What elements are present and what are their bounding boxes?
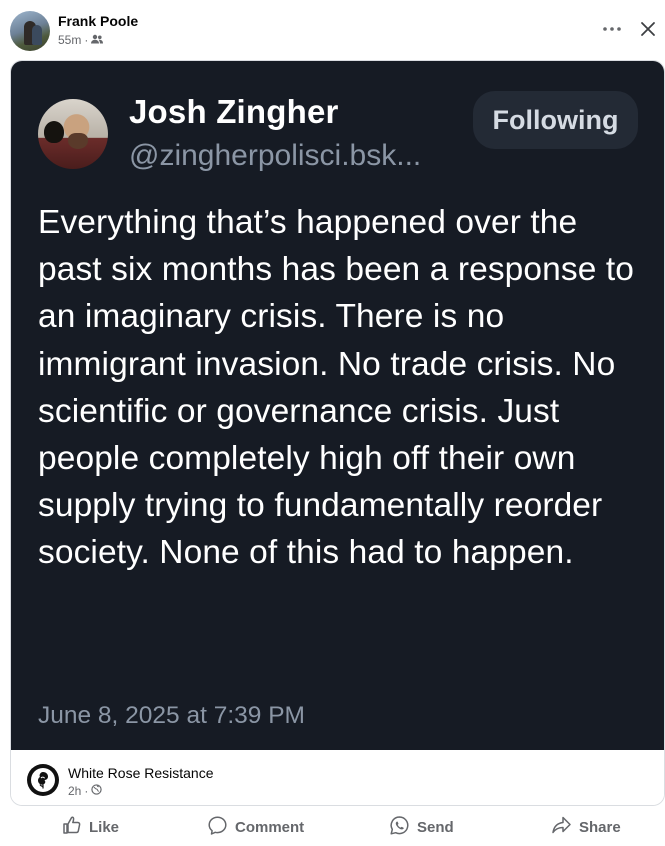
meta-separator: · <box>84 33 89 47</box>
share-button[interactable]: Share <box>551 808 621 846</box>
following-button: Following <box>473 91 638 149</box>
quoted-post-image: Josh Zingher @zingherpolisci.bsk... Foll… <box>11 61 664 750</box>
author-avatar[interactable] <box>10 11 50 51</box>
post-meta: 55m · <box>58 33 104 47</box>
quoted-date: June 8, 2025 at 7:39 PM <box>38 702 305 729</box>
like-button[interactable]: Like <box>62 808 119 846</box>
source-separator: · <box>84 784 89 798</box>
shared-post-card[interactable]: Josh Zingher @zingherpolisci.bsk... Foll… <box>10 60 665 806</box>
source-meta: 2h · <box>68 784 103 798</box>
send-label: Send <box>417 818 454 836</box>
close-icon[interactable] <box>636 17 660 41</box>
quoted-name: Josh Zingher <box>129 93 339 130</box>
share-icon <box>551 815 572 839</box>
quoted-avatar <box>38 99 108 169</box>
send-button[interactable]: Send <box>389 808 454 846</box>
comment-label: Comment <box>235 818 305 836</box>
globe-icon <box>91 784 103 798</box>
more-options-icon[interactable] <box>601 18 623 40</box>
whatsapp-icon <box>389 815 410 840</box>
like-icon <box>62 815 82 839</box>
shared-source[interactable]: White Rose Resistance 2h · <box>11 750 664 805</box>
like-label: Like <box>89 818 120 836</box>
quoted-handle: @zingherpolisci.bsk... <box>129 139 422 172</box>
friends-icon <box>91 33 104 47</box>
source-time[interactable]: 2h <box>68 784 81 798</box>
source-name[interactable]: White Rose Resistance <box>68 765 214 781</box>
action-bar: Like Comment Send Share <box>0 808 665 846</box>
rose-logo-icon[interactable] <box>27 764 59 796</box>
post-header: Frank Poole 55m · <box>0 0 665 60</box>
author-name[interactable]: Frank Poole <box>58 13 138 29</box>
comment-button[interactable]: Comment <box>207 808 304 846</box>
share-label: Share <box>579 818 621 836</box>
comment-icon <box>207 815 228 840</box>
post-time[interactable]: 55m <box>58 33 81 47</box>
quoted-text: Everything that’s happened over the past… <box>38 204 634 572</box>
